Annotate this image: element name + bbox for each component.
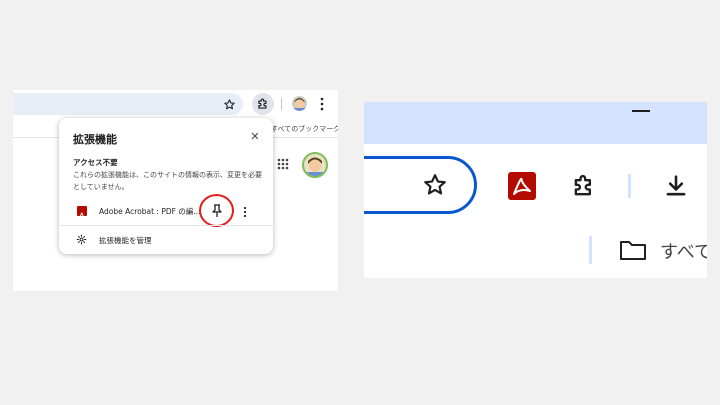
- title-bar: [364, 102, 707, 144]
- right-browser-closeup: すべて: [364, 102, 707, 278]
- acrobat-icon[interactable]: [508, 172, 536, 200]
- all-bookmarks-link[interactable]: すべて: [660, 238, 707, 264]
- divider: [59, 225, 273, 226]
- folder-icon[interactable]: [618, 238, 648, 262]
- manage-extensions-label: 拡張機能を管理: [99, 236, 152, 245]
- extensions-button[interactable]: [252, 93, 274, 115]
- popup-title: 拡張機能: [73, 133, 117, 146]
- section-heading: アクセス不要: [73, 158, 118, 167]
- more-vert-icon[interactable]: [242, 206, 248, 218]
- extension-item-acrobat[interactable]: Adobe Acrobat : PDF の編...: [59, 194, 273, 227]
- toolbar-divider: [281, 98, 282, 110]
- address-bar[interactable]: [13, 93, 243, 115]
- gear-icon: [76, 234, 87, 245]
- close-icon[interactable]: ✕: [249, 131, 261, 143]
- extensions-popup: 拡張機能 ✕ アクセス不要 これらの拡張機能は、このサイトの情報の表示、変更を必…: [59, 118, 273, 254]
- toolbar: [13, 90, 338, 118]
- section-description: これらの拡張機能は、このサイトの情報の表示、変更を必要としていません。: [73, 171, 262, 191]
- pin-icon[interactable]: [206, 200, 228, 222]
- bookmarks-divider: [589, 236, 592, 264]
- manage-extensions-button[interactable]: 拡張機能を管理: [59, 230, 273, 250]
- toolbar-divider: [628, 174, 631, 198]
- puzzle-icon[interactable]: [570, 172, 598, 200]
- star-icon[interactable]: [223, 98, 236, 111]
- download-icon[interactable]: [662, 172, 690, 200]
- avatar[interactable]: [292, 96, 307, 111]
- address-bar[interactable]: [364, 156, 477, 214]
- extension-name: Adobe Acrobat : PDF の編...: [99, 207, 201, 216]
- more-vert-icon[interactable]: [319, 96, 325, 112]
- puzzle-icon: [258, 98, 267, 109]
- all-bookmarks-link[interactable]: すべてのブックマーク: [271, 124, 338, 134]
- acrobat-icon: [77, 206, 87, 220]
- minimize-icon[interactable]: [632, 110, 650, 112]
- avatar[interactable]: [302, 152, 328, 178]
- apps-grid-icon[interactable]: [277, 158, 289, 170]
- star-icon[interactable]: [422, 172, 448, 198]
